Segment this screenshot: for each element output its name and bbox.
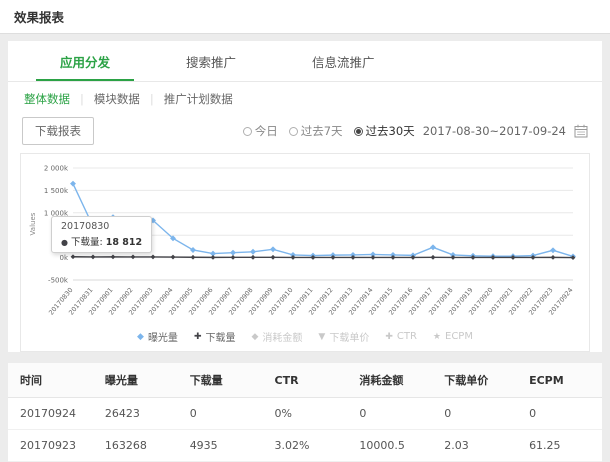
period-radio-group: 今日 过去7天 过去30天 (243, 123, 415, 139)
legend-label: 曝光量 (148, 329, 178, 344)
legend-label: 消耗金额 (262, 329, 302, 344)
page-title: 效果报表 (14, 7, 64, 26)
subtab-separator: | (80, 92, 84, 106)
table-cell: 20170924 (8, 398, 93, 430)
period-label: 过去30天 (366, 123, 415, 139)
legend-label: CTR (397, 331, 417, 342)
tab-feed-promotion[interactable]: 信息流推广 (288, 41, 399, 81)
download-report-button[interactable]: 下载报表 (22, 117, 94, 145)
table-cell: 10000.5 (347, 430, 432, 462)
table-cell: 20170923 (8, 430, 93, 462)
tooltip-date: 20170830 (61, 221, 142, 232)
column-header: 下载量 (178, 363, 263, 398)
legend-ctr[interactable]: ✚ CTR (385, 329, 417, 344)
table-cell: 0 (347, 398, 432, 430)
legend-label: ECPM (445, 331, 473, 342)
table-cell: 2.03 (432, 430, 517, 462)
table-cell: 61.25 (517, 430, 602, 462)
period-past30days[interactable]: 过去30天 (354, 123, 415, 139)
legend-label: 下载单价 (329, 329, 369, 344)
chart-panel: 2 000k1 500k1 000k500k0k-500k20170830201… (20, 153, 590, 352)
topbar: 效果报表 (0, 0, 610, 34)
toolbar: 下载报表 今日 过去7天 过去30天 2017-08-30~2017-09-24 (8, 113, 602, 151)
table-header-row: 时间曝光量下载量CTR消耗金额下载单价ECPM (8, 363, 602, 398)
subtab-plan-data[interactable]: 推广计划数据 (164, 91, 233, 107)
svg-text:2 000k: 2 000k (44, 165, 69, 173)
table-cell: 0 (517, 398, 602, 430)
table-row: 201709242642300%000 (8, 398, 602, 430)
table-cell: 0 (432, 398, 517, 430)
svg-text:0k: 0k (59, 254, 68, 262)
column-header: 时间 (8, 363, 93, 398)
legend-marker-icon: ✚ (194, 332, 202, 342)
tab-app-distribution[interactable]: 应用分发 (36, 41, 134, 81)
table-cell: 26423 (93, 398, 178, 430)
data-table-card: 时间曝光量下载量CTR消耗金额下载单价ECPM 201709242642300%… (8, 363, 602, 462)
period-label: 过去7天 (301, 123, 343, 139)
table-cell: 4935 (178, 430, 263, 462)
column-header: 消耗金额 (347, 363, 432, 398)
date-controls: 今日 过去7天 过去30天 2017-08-30~2017-09-24 (243, 123, 588, 139)
chart-legend: ◆曝光量✚下载量◆消耗金额▼下载单价✚CTR★ECPM (25, 326, 585, 349)
legend-marker-icon: ◆ (137, 332, 144, 342)
tooltip-value: ● 下载量: 18 812 (61, 234, 142, 248)
period-past7days[interactable]: 过去7天 (289, 123, 343, 139)
column-header: ECPM (517, 363, 602, 398)
chart-tooltip: 20170830 ● 下载量: 18 812 (51, 216, 152, 253)
date-range[interactable]: 2017-08-30~2017-09-24 (423, 124, 566, 138)
legend-marker-icon: ✚ (385, 332, 393, 342)
report-card: 应用分发搜索推广信息流推广 整体数据 | 模块数据 | 推广计划数据 下载报表 今日 过去… (8, 41, 602, 352)
column-header: 曝光量 (93, 363, 178, 398)
table-cell: 3.02% (263, 430, 348, 462)
legend-downloads[interactable]: ✚下载量 (194, 329, 236, 344)
subtab-module-data[interactable]: 模块数据 (94, 91, 140, 107)
column-header: 下载单价 (432, 363, 517, 398)
legend-unit-price[interactable]: ▼ 下载单价 (318, 329, 369, 344)
period-today[interactable]: 今日 (243, 123, 278, 139)
legend-cost[interactable]: ◆ 消耗金额 (251, 329, 302, 344)
legend-marker-icon: ★ (433, 332, 441, 342)
legend-marker-icon: ▼ (318, 332, 325, 342)
table-cell: 0 (178, 398, 263, 430)
legend-label: 下载量 (205, 329, 235, 344)
subtab-bar: 整体数据 | 模块数据 | 推广计划数据 (8, 82, 602, 113)
radio-icon (289, 127, 298, 136)
legend-marker-icon: ◆ (251, 332, 258, 342)
data-table: 时间曝光量下载量CTR消耗金额下载单价ECPM 201709242642300%… (8, 363, 602, 462)
table-row: 2017092316326849353.02%10000.52.0361.25 (8, 430, 602, 462)
svg-text:-500k: -500k (48, 277, 69, 285)
radio-icon (243, 127, 252, 136)
period-label: 今日 (255, 123, 278, 139)
legend-exposure[interactable]: ◆ 曝光量 (137, 329, 178, 344)
calendar-icon[interactable] (574, 124, 588, 138)
svg-text:1 500k: 1 500k (44, 187, 69, 195)
series-dot-icon: ● (61, 238, 68, 247)
column-header: CTR (263, 363, 348, 398)
tab-search-promotion[interactable]: 搜索推广 (162, 41, 260, 81)
svg-text:Values: Values (29, 212, 37, 235)
radio-icon (354, 127, 363, 136)
tab-bar: 应用分发搜索推广信息流推广 (8, 41, 602, 82)
table-cell: 163268 (93, 430, 178, 462)
legend-ecpm[interactable]: ★ ECPM (433, 329, 473, 344)
table-cell: 0% (263, 398, 348, 430)
subtab-separator: | (150, 92, 154, 106)
subtab-overall-data[interactable]: 整体数据 (24, 91, 70, 107)
